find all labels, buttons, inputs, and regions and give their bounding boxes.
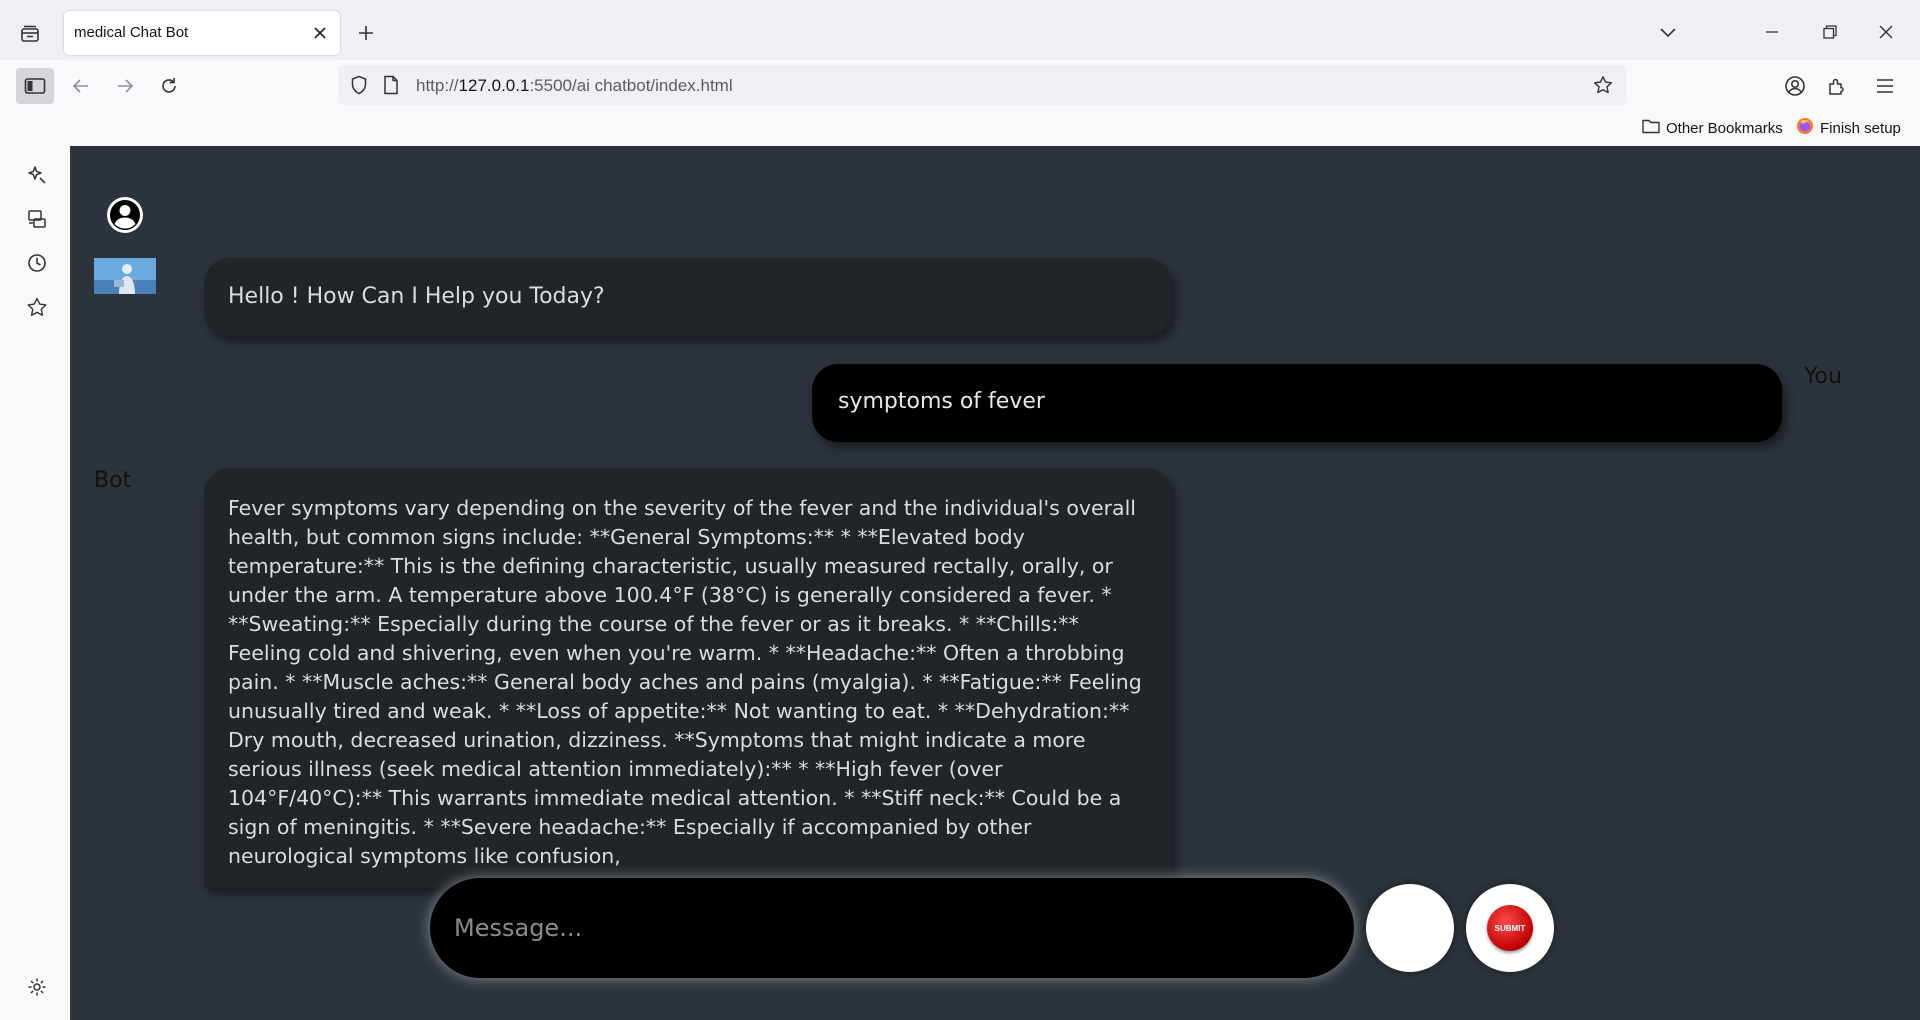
plus-icon[interactable] xyxy=(352,19,380,47)
minimize-icon[interactable] xyxy=(1756,18,1788,46)
bookmark-label: Other Bookmarks xyxy=(1666,119,1783,137)
user-message: symptoms of fever xyxy=(812,364,1782,442)
browser-sidebar xyxy=(0,146,70,1020)
bot-response-message: Fever symptoms vary depending on the sev… xyxy=(204,468,1172,888)
tab-title: medical Chat Bot xyxy=(74,24,189,41)
bot-avatar-image xyxy=(94,258,156,294)
forward-arrow-icon[interactable] xyxy=(106,68,144,104)
synced-tabs-icon[interactable] xyxy=(22,204,52,234)
url-path: :5500/ai chatbot/index.html xyxy=(529,76,733,95)
bookmark-finish-setup[interactable]: Finish setup xyxy=(1796,117,1901,139)
folder-icon xyxy=(1642,118,1660,138)
greeting-text: Hello ! How Can I Help you Today? xyxy=(228,284,605,309)
chat-page: Hello ! How Can I Help you Today? sympto… xyxy=(70,146,1920,1020)
user-message-text: symptoms of fever xyxy=(838,389,1045,414)
navigation-toolbar: http://127.0.0.1:5500/ai chatbot/index.h… xyxy=(0,60,1920,110)
settings-gear-icon[interactable] xyxy=(22,972,52,1002)
url-host: 127.0.0.1 xyxy=(458,76,530,95)
shield-icon[interactable] xyxy=(348,74,370,96)
firefox-icon xyxy=(1796,117,1814,139)
chevron-down-icon[interactable] xyxy=(1652,18,1684,46)
account-icon[interactable] xyxy=(1776,68,1814,104)
tab-bar: medical Chat Bot xyxy=(0,0,1920,60)
voice-button[interactable] xyxy=(1366,884,1454,972)
message-input[interactable] xyxy=(430,878,1354,978)
history-icon[interactable] xyxy=(22,248,52,278)
close-icon[interactable] xyxy=(308,21,332,45)
page-icon[interactable] xyxy=(380,74,402,96)
bot-response-text: Fever symptoms vary depending on the sev… xyxy=(228,496,1142,868)
hamburger-menu-icon[interactable] xyxy=(1866,68,1904,104)
reload-icon[interactable] xyxy=(150,68,188,104)
url-text[interactable]: http://127.0.0.1:5500/ai chatbot/index.h… xyxy=(416,76,733,96)
bookmark-label: Finish setup xyxy=(1820,119,1901,137)
ai-sparkle-icon[interactable] xyxy=(22,160,52,190)
submit-button[interactable]: SUBMIT xyxy=(1466,884,1554,972)
tab-list-icon[interactable] xyxy=(14,20,46,48)
active-tab[interactable]: medical Chat Bot xyxy=(64,11,340,55)
url-scheme: http:// xyxy=(416,76,459,95)
star-icon[interactable] xyxy=(1592,74,1614,96)
restore-icon[interactable] xyxy=(1814,18,1846,46)
window-close-icon[interactable] xyxy=(1870,18,1902,46)
sidebar-toggle-icon[interactable] xyxy=(16,68,54,104)
bot-label: Bot xyxy=(94,468,132,493)
extensions-icon[interactable] xyxy=(1818,68,1856,104)
bookmarks-star-icon[interactable] xyxy=(22,292,52,322)
user-label: You xyxy=(1804,364,1842,389)
bot-greeting-message: Hello ! How Can I Help you Today? xyxy=(204,258,1172,336)
submit-label: SUBMIT xyxy=(1487,905,1533,951)
user-avatar-icon xyxy=(106,196,144,234)
bookmarks-toolbar: Other Bookmarks Finish setup xyxy=(0,110,1920,146)
back-arrow-icon[interactable] xyxy=(62,68,100,104)
bookmark-other-bookmarks[interactable]: Other Bookmarks xyxy=(1642,117,1783,139)
url-bar[interactable]: http://127.0.0.1:5500/ai chatbot/index.h… xyxy=(338,65,1626,105)
